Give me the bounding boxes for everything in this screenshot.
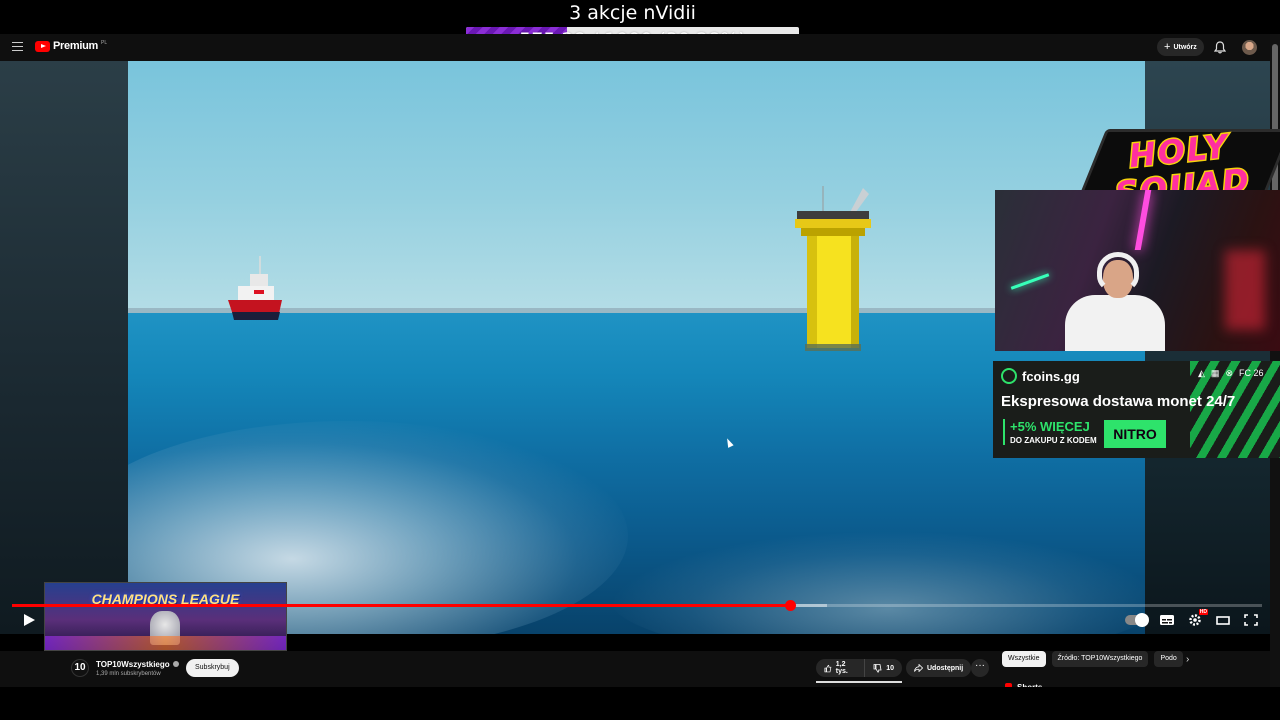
share-button[interactable]: Udostępnij [906, 659, 972, 677]
youtube-logo-icon [35, 40, 50, 52]
thumbs-down-icon [873, 663, 882, 673]
chip-similar[interactable]: Podo [1154, 651, 1183, 667]
playstation-icon: ◭ [1198, 368, 1205, 378]
settings-button[interactable]: HD [1187, 609, 1208, 627]
fullscreen-icon[interactable] [1243, 613, 1259, 627]
channel-name[interactable]: TOP10Wszystkiego [96, 660, 179, 669]
ad-platforms: ◭ ▦ ⊗ FC 26 [1198, 368, 1264, 379]
wind-turbine-platform-image [795, 186, 871, 351]
like-button[interactable]: 1,2 tys. [816, 659, 866, 677]
youtube-logo-text: Premium [53, 40, 98, 52]
subtitles-icon[interactable] [1159, 613, 1175, 627]
windows-icon: ▦ [1210, 368, 1220, 378]
streamer-webcam [995, 190, 1280, 351]
ad-promo-code: NITRO [1104, 420, 1166, 448]
bottom-letterbox [0, 687, 1280, 720]
ad-game-label: FC 26 [1238, 368, 1264, 378]
verified-icon [172, 661, 179, 667]
bell-icon[interactable] [1214, 41, 1226, 54]
like-ratio-bar [816, 681, 902, 683]
progress-scrubber-handle[interactable] [784, 600, 796, 611]
video-frame[interactable] [128, 61, 1145, 634]
chip-source[interactable]: Źródło: TOP10Wszystkiego [1051, 651, 1149, 667]
create-button-label: Utwórz [1173, 43, 1197, 51]
player-controls-right: HD [1125, 609, 1259, 628]
fcoins-logo-icon [1001, 368, 1017, 384]
thumbs-up-icon [824, 664, 832, 672]
subscribe-button[interactable]: Subskrybuj [186, 659, 239, 677]
video-info-bar: 10 TOP10Wszystkiego 1,39 mln subskrybent… [0, 651, 1270, 692]
youtube-header: Premium PL + Utwórz [0, 34, 1270, 61]
ad-bonus: +5% WIĘCEJ DO ZAKUPU Z KODEM [1003, 419, 1097, 445]
video-progress-bar[interactable] [12, 600, 1262, 611]
more-actions-button[interactable]: ··· [971, 659, 989, 677]
channel-avatar[interactable]: 10 [71, 659, 89, 677]
youtube-logo[interactable]: Premium PL [35, 40, 107, 52]
like-count: 1,2 tys. [835, 661, 848, 675]
ad-brand-text: fcoins.gg [1022, 368, 1080, 384]
share-button-label: Udostępnij [927, 664, 964, 672]
plus-icon: + [1164, 41, 1171, 53]
ad-bonus-sub: DO ZAKUPU Z KODEM [1010, 436, 1097, 445]
create-button[interactable]: + Utwórz [1157, 38, 1204, 56]
autoplay-toggle[interactable] [1125, 613, 1149, 627]
progress-played [12, 604, 790, 607]
chevron-right-icon[interactable]: › [1186, 654, 1189, 665]
theater-mode-icon[interactable] [1215, 613, 1231, 627]
menu-icon[interactable] [12, 42, 23, 51]
youtube-logo-region: PL [100, 40, 108, 46]
headphones-icon [1097, 252, 1139, 292]
play-icon[interactable] [22, 613, 36, 627]
channel-name-text: TOP10Wszystkiego [96, 660, 170, 669]
ad-brand: fcoins.gg [1001, 368, 1080, 384]
ad-headline: Ekspresowa dostawa monet 24/7 [1001, 393, 1236, 410]
dislike-button[interactable]: 10 [865, 659, 902, 677]
avatar[interactable] [1242, 40, 1257, 55]
xbox-icon: ⊗ [1225, 368, 1233, 378]
gear-icon [1189, 614, 1201, 626]
ship-image [228, 256, 282, 320]
ad-bonus-main: +5% WIĘCEJ [1010, 419, 1090, 434]
stream-goal-title: 3 akcje nVidii [569, 2, 696, 24]
like-dislike-group: 1,2 tys. 10 [816, 659, 902, 677]
dislike-count: 10 [886, 664, 894, 672]
related-filter-chips: Wszystkie Źródło: TOP10Wszystkiego Podo [1002, 651, 1183, 667]
hd-badge: HD [1198, 609, 1208, 615]
chip-all[interactable]: Wszystkie [1002, 651, 1046, 667]
channel-subscriber-count: 1,39 mln subskrybentów [96, 671, 161, 677]
seek-preview-thumbnail: CHAMPIONS LEAGUE [44, 582, 287, 651]
fcoins-ad: fcoins.gg ◭ ▦ ⊗ FC 26 Ekspresowa dostawa… [993, 361, 1280, 458]
ambient-left [0, 61, 128, 634]
share-icon [914, 664, 923, 672]
